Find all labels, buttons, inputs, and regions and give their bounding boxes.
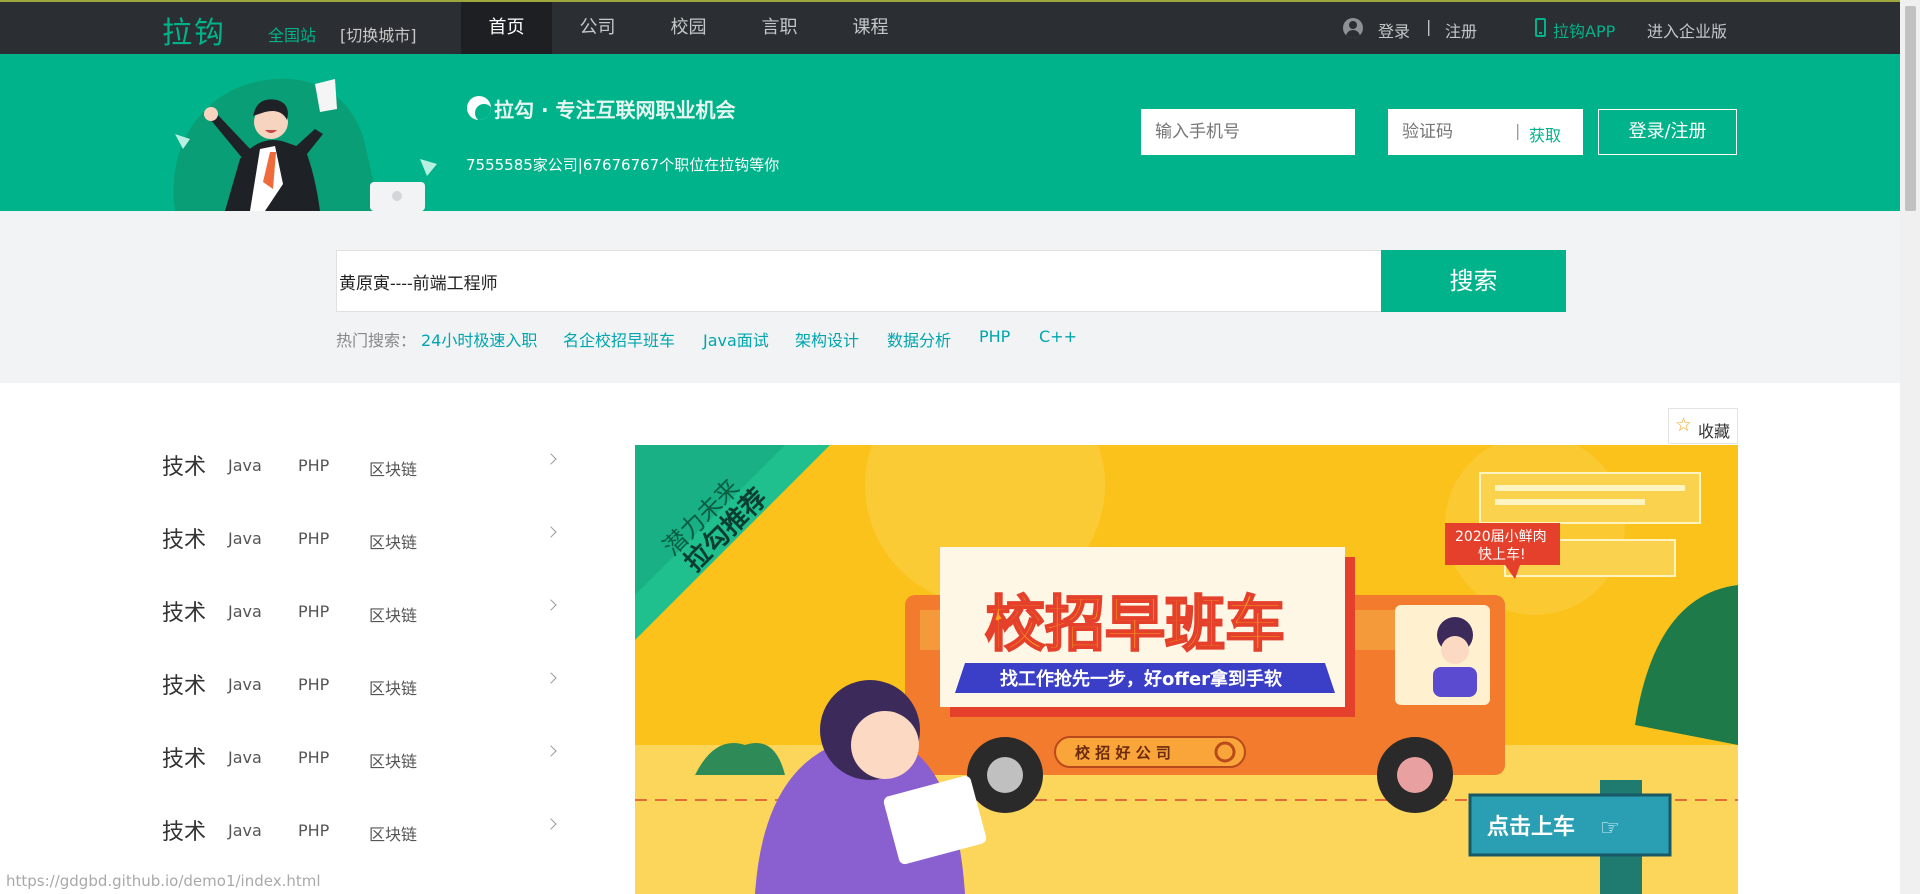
tab-yanzhi[interactable]: 言职 [734,2,825,54]
app-link[interactable]: 拉钩APP [1553,18,1615,42]
category-item[interactable]: 技术 Java PHP 区块链 [162,814,562,874]
register-link[interactable]: 注册 [1445,18,1477,42]
chevron-right-icon [545,672,557,684]
collect-button[interactable]: ☆ 收藏 [1668,408,1738,444]
nav-separator: | [1426,17,1432,36]
category-sub-java[interactable]: Java [228,675,262,694]
code-input[interactable] [1388,109,1513,155]
hot-search-label: 热门搜索： [336,331,417,350]
hot-search-item[interactable]: 架构设计 [795,327,859,351]
category-title: 技术 [162,601,207,626]
category-sub-blockchain[interactable]: 区块链 [369,456,417,480]
category-sub-java[interactable]: Java [228,602,262,621]
category-sub-blockchain[interactable]: 区块链 [369,675,417,699]
tab-courses[interactable]: 课程 [825,2,916,54]
tab-home[interactable]: 首页 [461,2,552,54]
businessman-illustration [173,78,437,211]
enterprise-link[interactable]: 进入企业版 [1647,18,1727,42]
promo-illustration: 潜力未来 拉勾推荐 2020届小鲜肉 快上车! 校招早班车 找工作抢先一步，好o… [635,445,1738,894]
stats-text: 7555585家公司|67676767个职位在拉钩等你 [466,156,780,174]
top-nav: 拉钩 全国站 [切换城市] 首页 公司 校园 言职 课程 登录 | 注册 拉钩A… [0,0,1900,54]
category-sub-php[interactable]: PHP [298,456,329,475]
hand-pointer-icon: ☞ [1600,816,1620,841]
tab-campus[interactable]: 校园 [643,2,734,54]
category-sub-java[interactable]: Java [228,748,262,767]
login-link[interactable]: 登录 [1378,18,1410,42]
phone-input[interactable] [1141,109,1355,155]
search-button[interactable]: 搜索 [1381,250,1566,312]
chevron-right-icon [545,599,557,611]
category-item[interactable]: 技术 Java PHP 区块链 [162,522,562,582]
promo-subtitle: 找工作抢先一步，好offer拿到手软 [1000,668,1282,690]
logo[interactable]: 拉钩 [162,8,226,52]
scrollbar-thumb[interactable] [1905,6,1916,211]
site-label: 全国站 [268,26,317,45]
chevron-right-icon [545,453,557,465]
user-icon[interactable] [1343,18,1363,38]
category-sub-php[interactable]: PHP [298,602,329,621]
category-item[interactable]: 技术 Java PHP 区块链 [162,668,562,728]
category-sub-php[interactable]: PHP [298,529,329,548]
category-sub-php[interactable]: PHP [298,748,329,767]
category-sub-java[interactable]: Java [228,529,262,548]
search-input[interactable] [336,250,1382,312]
chevron-right-icon [545,526,557,538]
promo-title: 校招早班车 [985,590,1285,660]
category-sub-blockchain[interactable]: 区块链 [369,748,417,772]
hot-search-item[interactable]: C++ [1039,327,1077,346]
lagou-logo-icon [467,96,491,120]
category-title: 技术 [162,674,207,699]
promo-cta[interactable]: 点击上车 [1487,814,1575,840]
category-title: 技术 [162,455,207,480]
promo-search-tag: 校 招 好 公 司 [1075,744,1171,762]
login-register-button[interactable]: 登录/注册 [1598,109,1737,155]
promo-bubble-line1: 2020届小鲜肉 [1455,529,1547,545]
collect-label: 收藏 [1698,422,1731,441]
hot-search-item[interactable]: 24小时极速入职 [421,327,537,351]
switch-city-link[interactable]: [切换城市] [340,22,417,46]
hot-search-item[interactable]: PHP [979,327,1010,346]
phone-icon[interactable] [1535,18,1546,37]
promo-banner[interactable]: 潜力未来 拉勾推荐 2020届小鲜肉 快上车! 校招早班车 找工作抢先一步，好o… [635,445,1738,894]
chevron-right-icon [545,818,557,830]
category-sub-blockchain[interactable]: 区块链 [369,602,417,626]
tagline: 拉勾 · 专注互联网职业机会 [494,98,736,122]
login-banner: 拉勾 · 专注互联网职业机会 7555585家公司|67676767个职位在拉钩… [0,54,1900,211]
get-code-button[interactable]: 获取 [1529,122,1561,146]
promo-bubble-line2: 快上车! [1478,546,1526,563]
category-sub-java[interactable]: Java [228,821,262,840]
category-sub-php[interactable]: PHP [298,821,329,840]
chevron-right-icon [545,745,557,757]
hot-search-item[interactable]: 名企校招早班车 [563,327,675,351]
hot-search-item[interactable]: 数据分析 [887,327,951,351]
hot-search-item[interactable]: Java面试 [703,327,769,351]
code-separator: | [1515,121,1521,140]
category-item[interactable]: 技术 Java PHP 区块链 [162,449,562,509]
category-title: 技术 [162,747,207,772]
category-item[interactable]: 技术 Java PHP 区块链 [162,741,562,801]
code-field: | 获取 [1388,109,1583,155]
category-item[interactable]: 技术 Java PHP 区块链 [162,595,562,655]
category-title: 技术 [162,820,207,845]
category-sub-java[interactable]: Java [228,456,262,475]
tab-company[interactable]: 公司 [552,2,643,54]
search-section: 搜索 热门搜索： 24小时极速入职 名企校招早班车 Java面试 架构设计 数据… [0,211,1900,383]
category-sub-php[interactable]: PHP [298,675,329,694]
category-title: 技术 [162,528,207,553]
category-sub-blockchain[interactable]: 区块链 [369,821,417,845]
status-url: https://gdgbd.github.io/demo1/index.html [6,872,321,890]
star-icon: ☆ [1675,414,1693,436]
scrollbar[interactable] [1900,0,1920,894]
category-sub-blockchain[interactable]: 区块链 [369,529,417,553]
